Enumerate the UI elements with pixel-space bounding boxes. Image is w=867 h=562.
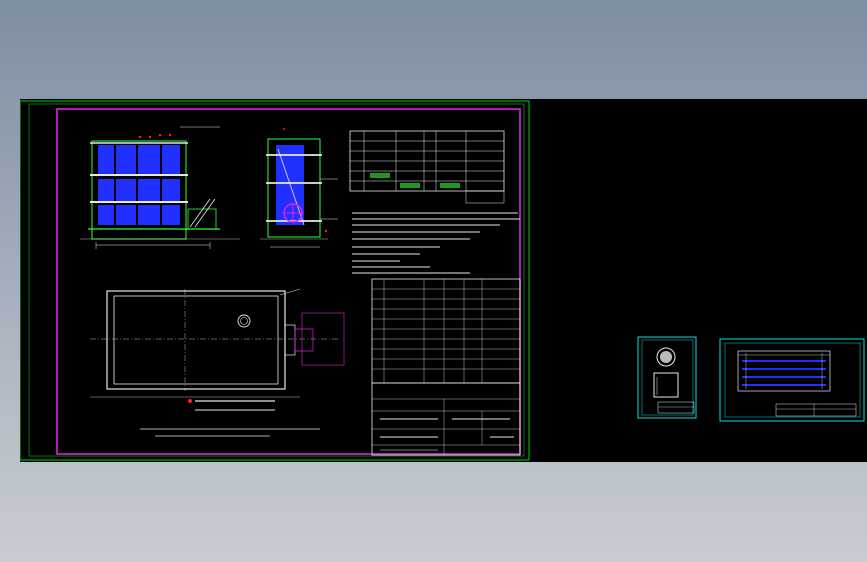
detail-sheet-layout[interactable] (719, 338, 865, 422)
cad-model-space[interactable] (20, 99, 867, 462)
main-drawing-sheet[interactable] (20, 100, 530, 461)
cad-drawing (20, 100, 865, 461)
detail-sheet-small[interactable] (637, 336, 697, 419)
